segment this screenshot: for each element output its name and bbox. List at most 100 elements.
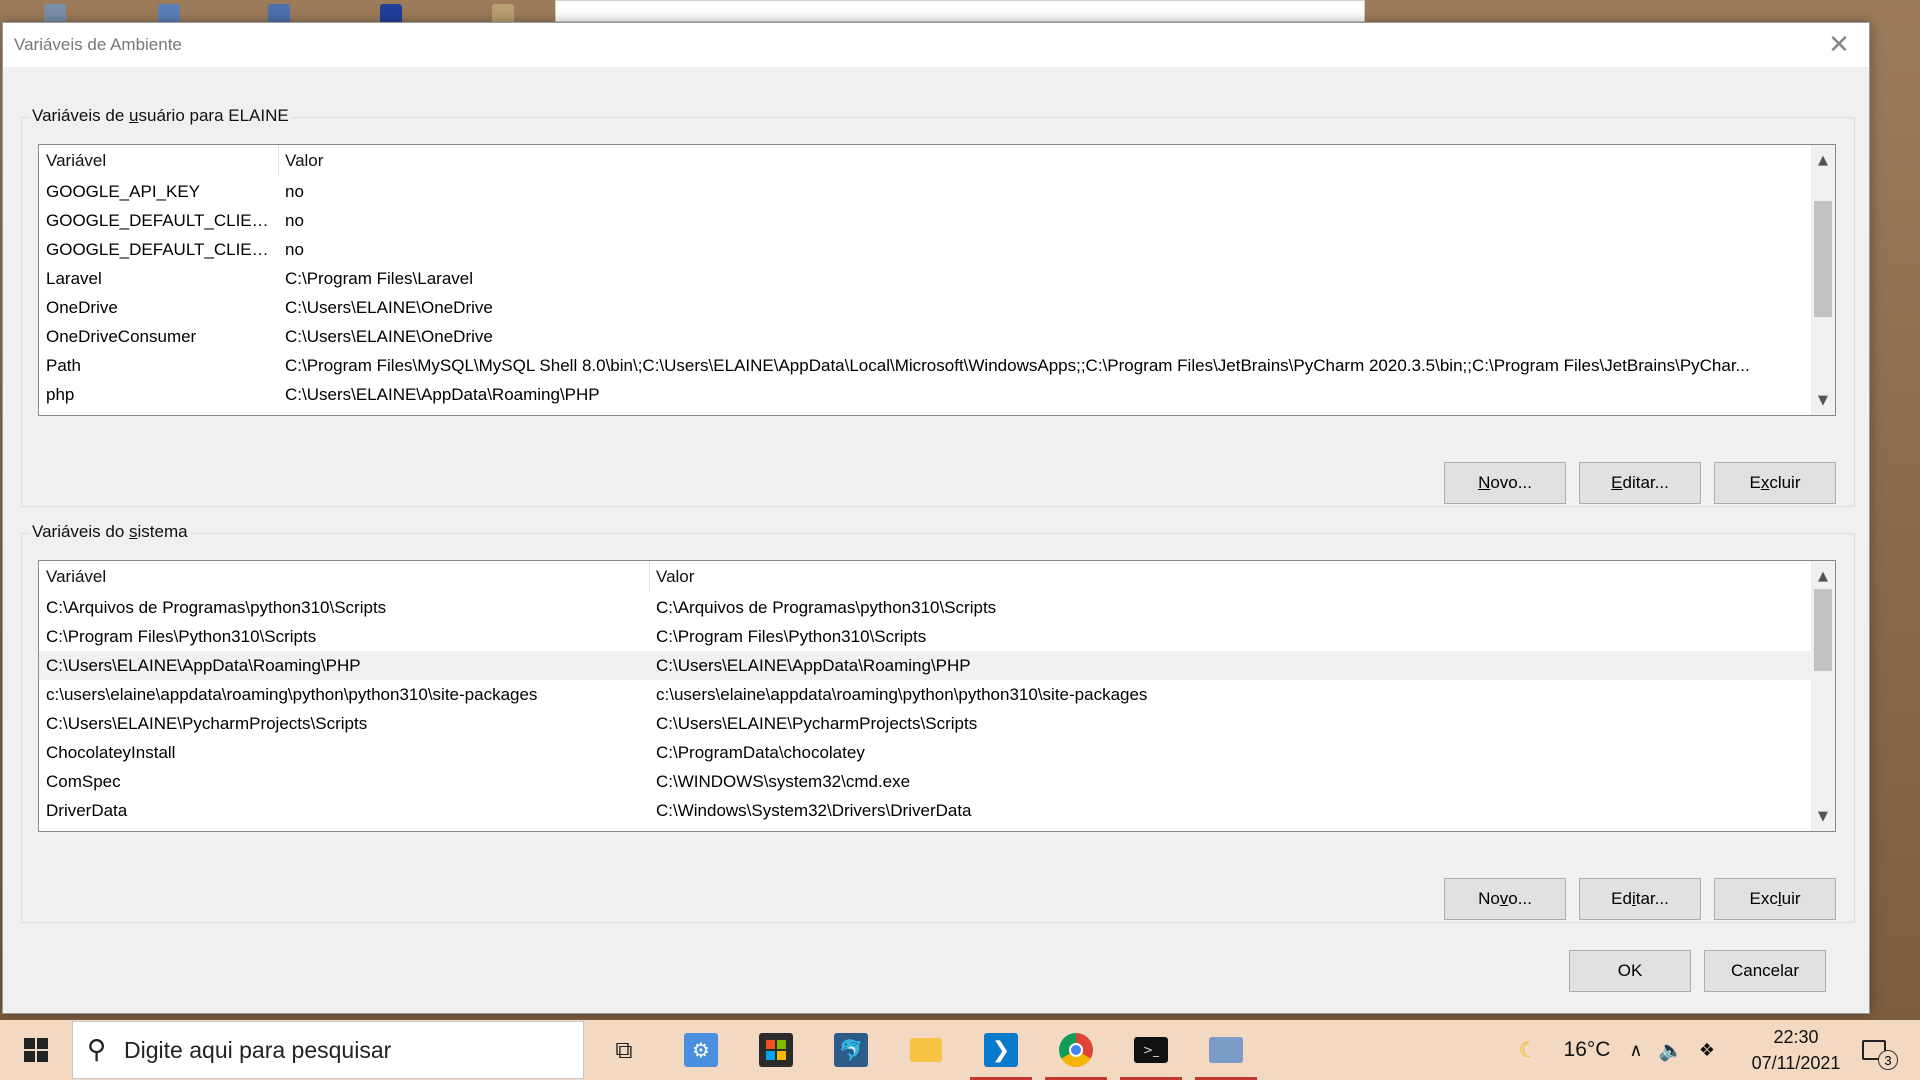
- variable-value: C:\Windows\System32\Drivers\DriverData: [656, 800, 972, 820]
- variable-name: C:\Program Files\Python310\Scripts: [46, 626, 317, 646]
- user-new-button[interactable]: Novo...: [1444, 462, 1566, 504]
- system-clock[interactable]: 22:30 07/11/2021: [1736, 1024, 1856, 1076]
- dialog-title: Variáveis de Ambiente: [14, 35, 182, 54]
- variable-name: GOOGLE_API_KEY: [46, 181, 201, 201]
- desktop-icon-5[interactable]: [492, 4, 514, 24]
- settings-app[interactable]: ⚙: [670, 1020, 732, 1080]
- list-item[interactable]: DriverData C:\Windows\System32\Drivers\Dr…: [39, 796, 1811, 825]
- variable-value: C:\Arquivos de Programas\python310\Scrip…: [656, 597, 997, 617]
- chevron-up-icon[interactable]: ∧: [1622, 1020, 1650, 1080]
- system-delete-button[interactable]: Exc l uir: [1714, 878, 1836, 920]
- desktop-icon-2[interactable]: [158, 4, 180, 24]
- terminal-app[interactable]: >_: [1120, 1020, 1182, 1080]
- list-item[interactable]: C:\Users\ELAINE\AppData\Roaming\PHP C:\Us…: [39, 651, 1811, 680]
- scroll-thumb[interactable]: [1814, 589, 1832, 671]
- speaker-icon[interactable]: 🔈: [1656, 1020, 1686, 1080]
- column-header-value[interactable]: Valor: [279, 151, 1835, 171]
- variable-name: OneDrive: [46, 297, 118, 317]
- chrome-app[interactable]: [1045, 1020, 1107, 1080]
- vscode-icon: ❯: [984, 1033, 1018, 1067]
- windows-logo-icon: [24, 1038, 48, 1062]
- variable-name: ChocolateyInstall: [46, 742, 176, 762]
- variable-value: C:\Users\ELAINE\AppData\Roaming\PHP: [285, 384, 600, 404]
- file-explorer-app[interactable]: [895, 1020, 957, 1080]
- list-item[interactable]: c:\users\elaine\appdata\roaming\python\p…: [39, 680, 1811, 709]
- variable-name: Path: [46, 355, 81, 375]
- variable-name: GOOGLE_DEFAULT_CLIENT_...: [46, 239, 279, 259]
- list-item[interactable]: OneDriveConsumer C:\Users\ELAINE\OneDrive: [39, 322, 1811, 351]
- start-button[interactable]: [0, 1020, 72, 1080]
- scroll-up-icon[interactable]: ▲: [1811, 149, 1835, 171]
- desktop-icon-3[interactable]: [268, 4, 290, 24]
- scroll-thumb[interactable]: [1814, 201, 1832, 317]
- system-new-button[interactable]: No v o...: [1444, 878, 1566, 920]
- variable-value: C:\Program Files\Python310\Scripts: [656, 626, 927, 646]
- chrome-icon: [1059, 1033, 1093, 1067]
- remote-desktop-icon: [1209, 1037, 1243, 1063]
- scroll-down-icon[interactable]: ▼: [1811, 805, 1835, 827]
- system-variables-title: Variáveis do sistema: [30, 522, 190, 542]
- background-window[interactable]: [555, 0, 1365, 22]
- column-header-value[interactable]: Valor: [650, 567, 1835, 587]
- desktop-icon-1[interactable]: [44, 4, 66, 24]
- system-edit-button[interactable]: Ed i tar...: [1579, 878, 1701, 920]
- list-item[interactable]: ComSpec C:\WINDOWS\system32\cmd.exe: [39, 767, 1811, 796]
- variable-name: ComSpec: [46, 771, 121, 791]
- vscode-app[interactable]: ❯: [970, 1020, 1032, 1080]
- taskbar: ⚲ Digite aqui para pesquisar ⧉ ⚙ 🐬 ❯ >_ …: [0, 1020, 1920, 1080]
- mysql-workbench-icon: 🐬: [834, 1033, 868, 1067]
- system-variables-list[interactable]: Variável Valor C:\Arquivos de Programas\…: [38, 560, 1836, 832]
- list-item[interactable]: GOOGLE_DEFAULT_CLIENT_... no: [39, 235, 1811, 264]
- variable-value: C:\Users\ELAINE\AppData\Roaming\PHP: [656, 655, 971, 675]
- clock-date: 07/11/2021: [1751, 1053, 1841, 1073]
- variable-value: C:\Users\ELAINE\PycharmProjects\Scripts: [656, 713, 978, 733]
- variable-name: php: [46, 384, 75, 404]
- search-icon: ⚲: [87, 1035, 107, 1065]
- variable-value: no: [285, 210, 304, 230]
- dropbox-icon[interactable]: ❖: [1692, 1020, 1722, 1080]
- list-item[interactable]: Laravel C:\Program Files\Laravel: [39, 264, 1811, 293]
- column-header-variable[interactable]: Variável: [39, 561, 650, 593]
- user-variables-group: Variáveis de usuário para ELAINE Variáve…: [21, 106, 1855, 507]
- taskbar-search-box[interactable]: ⚲ Digite aqui para pesquisar: [72, 1021, 584, 1079]
- list-item[interactable]: ChocolateyInstall C:\ProgramData\chocolat…: [39, 738, 1811, 767]
- list-item[interactable]: C:\Users\ELAINE\PycharmProjects\Scripts C…: [39, 709, 1811, 738]
- system-list-scrollbar[interactable]: ▲ ▼: [1811, 561, 1835, 831]
- list-item[interactable]: C:\Arquivos de Programas\python310\Scrip…: [39, 593, 1811, 622]
- list-item[interactable]: php C:\Users\ELAINE\AppData\Roaming\PHP: [39, 380, 1811, 409]
- variable-value: C:\ProgramData\chocolatey: [656, 742, 865, 762]
- user-variables-title: Variáveis de usuário para ELAINE: [30, 106, 291, 126]
- scroll-up-icon[interactable]: ▲: [1811, 565, 1835, 587]
- cancel-button[interactable]: Cancelar: [1704, 950, 1826, 992]
- user-variables-list[interactable]: Variável Valor GOOGLE_API_KEY no GOOGLE_DE…: [38, 144, 1836, 416]
- mysql-workbench-app[interactable]: 🐬: [820, 1020, 882, 1080]
- user-delete-button[interactable]: Ex cluir: [1714, 462, 1836, 504]
- variable-value: C:\Program Files\MySQL\MySQL Shell 8.0\b…: [285, 355, 1750, 375]
- weather-temperature[interactable]: 16°C: [1552, 1020, 1622, 1080]
- desktop-icon-4[interactable]: [380, 4, 402, 24]
- list-header: Variável Valor: [39, 561, 1835, 593]
- variable-name: Laravel: [46, 268, 102, 288]
- list-item[interactable]: OneDrive C:\Users\ELAINE\OneDrive: [39, 293, 1811, 322]
- remote-desktop-app[interactable]: [1195, 1020, 1257, 1080]
- column-header-variable[interactable]: Variável: [39, 145, 279, 177]
- user-list-scrollbar[interactable]: ▲ ▼: [1811, 145, 1835, 415]
- list-item[interactable]: GOOGLE_API_KEY no: [39, 177, 1811, 206]
- task-view-button[interactable]: ⧉: [593, 1020, 655, 1080]
- list-header: Variável Valor: [39, 145, 1835, 177]
- variable-name: OneDriveConsumer: [46, 326, 197, 346]
- ok-button[interactable]: OK: [1569, 950, 1691, 992]
- store-app[interactable]: [745, 1020, 807, 1080]
- variable-name: DriverData: [46, 800, 128, 820]
- user-edit-button[interactable]: Editar...: [1579, 462, 1701, 504]
- list-item[interactable]: GOOGLE_DEFAULT_CLIENT_ID no: [39, 206, 1811, 235]
- variable-value: C:\WINDOWS\system32\cmd.exe: [656, 771, 911, 791]
- settings-icon: ⚙: [684, 1033, 718, 1067]
- variable-name: C:\Users\ELAINE\PycharmProjects\Scripts: [46, 713, 368, 733]
- list-item[interactable]: Path C:\Program Files\MySQL\MySQL Shell 8…: [39, 351, 1811, 380]
- moon-icon[interactable]: ☾: [1510, 1020, 1546, 1080]
- close-button[interactable]: ✕: [1817, 27, 1861, 63]
- dialog-titlebar[interactable]: Variáveis de Ambiente: [3, 23, 1869, 67]
- scroll-down-icon[interactable]: ▼: [1811, 389, 1835, 411]
- list-item[interactable]: C:\Program Files\Python310\Scripts C:\Pro…: [39, 622, 1811, 651]
